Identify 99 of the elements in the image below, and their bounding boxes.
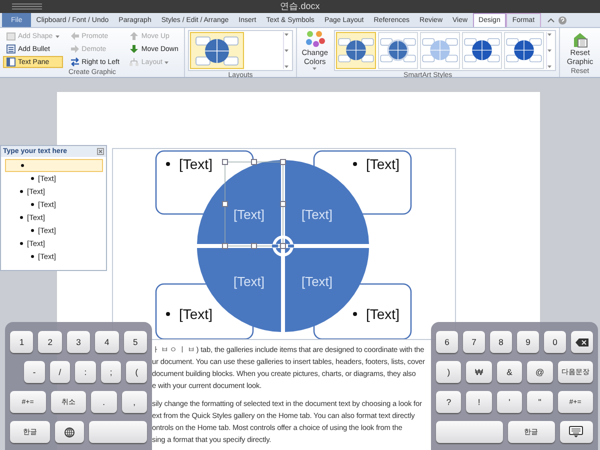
- box-text: [Text]: [366, 156, 400, 172]
- style-thumbnail[interactable]: [420, 32, 460, 69]
- style-thumbnail[interactable]: [378, 32, 418, 69]
- keyboard-key[interactable]: 8: [490, 331, 512, 353]
- left-arrow-icon: [70, 31, 80, 41]
- keyboard-key[interactable]: ': [496, 391, 522, 413]
- cycle-arrows-icon: [270, 236, 296, 256]
- keyboard-icon: [569, 426, 584, 438]
- circle-quadrant[interactable]: [285, 160, 369, 244]
- keyboard-key[interactable]: !: [466, 391, 492, 413]
- keyboard-key[interactable]: /: [50, 361, 70, 383]
- caret-icon: [547, 64, 552, 69]
- bullet-icon: [166, 162, 170, 166]
- quadrant-text: [Text]: [233, 274, 265, 289]
- backspace-key[interactable]: [571, 331, 593, 353]
- reset-graphic-icon: [571, 30, 589, 48]
- color-dots-icon: [304, 30, 326, 48]
- box-text: [Text]: [366, 306, 400, 322]
- caret-icon: [284, 32, 289, 37]
- cycle-diagram-icon: [505, 37, 543, 64]
- keyboard-key[interactable]: 5: [124, 331, 148, 353]
- resize-handle[interactable]: [222, 201, 228, 207]
- cycle-diagram-icon: [379, 37, 417, 64]
- grip-icon[interactable]: [12, 3, 42, 10]
- text-pane-icon: [6, 57, 16, 67]
- resize-handle[interactable]: [280, 159, 286, 165]
- bullet-icon: [20, 242, 23, 245]
- keyboard-key[interactable]: ): [436, 361, 462, 383]
- box-text: [Text]: [179, 156, 212, 172]
- circle-quadrant[interactable]: [285, 248, 369, 332]
- window-title: 연습.docx: [280, 0, 320, 13]
- cycle-diagram-icon: [421, 37, 459, 64]
- close-icon: [97, 148, 104, 155]
- cycle-diagram-icon: [337, 37, 375, 64]
- bullet-icon: [166, 312, 170, 316]
- keyboard-key[interactable]: .: [91, 391, 117, 413]
- globe-icon: [64, 426, 76, 438]
- keyboard-key[interactable]: ,: [122, 391, 147, 413]
- bullet-icon: [31, 229, 34, 232]
- quadrant-text: [Text]: [301, 274, 333, 289]
- resize-handle[interactable]: [280, 201, 286, 207]
- cycle-diagram-icon: [463, 37, 501, 64]
- keyboard-key[interactable]: 6: [436, 331, 458, 353]
- keyboard-key[interactable]: 3: [66, 331, 90, 353]
- up-arrow-icon: [129, 31, 140, 41]
- keyboard-key[interactable]: ?: [436, 391, 462, 413]
- caret-icon: [547, 48, 552, 53]
- style-thumbnail[interactable]: [336, 32, 376, 69]
- keyboard-key[interactable]: ;: [100, 361, 122, 383]
- box-text: [Text]: [179, 306, 212, 322]
- keyboard-key[interactable]: -: [24, 361, 45, 383]
- help-icon: [558, 16, 567, 24]
- resize-handle[interactable]: [222, 243, 228, 249]
- bullet-icon: [353, 162, 357, 166]
- hide-keyboard-key[interactable]: [560, 421, 593, 443]
- down-arrow-icon: [129, 44, 140, 54]
- caret-icon: [547, 32, 552, 37]
- minimize-ribbon-icon: [546, 16, 555, 24]
- keyboard-key[interactable]: 7: [463, 331, 485, 353]
- bullet-list-icon: [6, 44, 16, 54]
- keyboard-key[interactable]: 4: [95, 331, 119, 353]
- layout-thumbnail[interactable]: [190, 32, 244, 69]
- quadrant-text: [Text]: [233, 207, 265, 222]
- keyboard-key[interactable]: :: [75, 361, 96, 383]
- resize-handle[interactable]: [222, 159, 228, 165]
- caret-icon: [54, 34, 60, 38]
- keyboard-key[interactable]: ₩: [466, 361, 492, 383]
- caret-icon: [312, 66, 318, 71]
- keyboard-key[interactable]: ": [527, 391, 552, 413]
- shape-icon: [6, 31, 16, 41]
- resize-handle[interactable]: [251, 159, 257, 165]
- keyboard-key[interactable]: 9: [517, 331, 539, 353]
- hierarchy-icon: [129, 57, 140, 67]
- caret-icon: [164, 60, 170, 64]
- quadrant-text: [Text]: [301, 207, 333, 222]
- bullet-icon: [21, 164, 24, 167]
- backspace-icon: [575, 338, 589, 346]
- cycle-diagram-icon: [194, 34, 240, 66]
- keyboard-key[interactable]: &: [496, 361, 522, 383]
- keyboard-key[interactable]: 2: [38, 331, 62, 353]
- caret-icon: [284, 48, 289, 53]
- resize-handle[interactable]: [280, 243, 286, 249]
- bullet-icon: [31, 177, 34, 180]
- bullet-icon: [31, 255, 34, 258]
- globe-key[interactable]: [55, 421, 84, 443]
- right-arrow-icon: [70, 44, 80, 54]
- keyboard-key[interactable]: 0: [544, 331, 566, 353]
- keyboard-key[interactable]: (: [126, 361, 147, 383]
- keyboard-key[interactable]: 1: [10, 331, 34, 353]
- style-thumbnail[interactable]: [504, 32, 544, 69]
- bullet-icon: [353, 312, 357, 316]
- bullet-icon: [31, 203, 34, 206]
- swap-arrows-icon: [70, 57, 80, 67]
- bullet-icon: [20, 190, 23, 193]
- resize-handle[interactable]: [251, 243, 257, 249]
- keyboard-key[interactable]: @: [527, 361, 552, 383]
- bullet-icon: [20, 216, 23, 219]
- caret-icon: [284, 64, 289, 69]
- style-thumbnail[interactable]: [462, 32, 502, 69]
